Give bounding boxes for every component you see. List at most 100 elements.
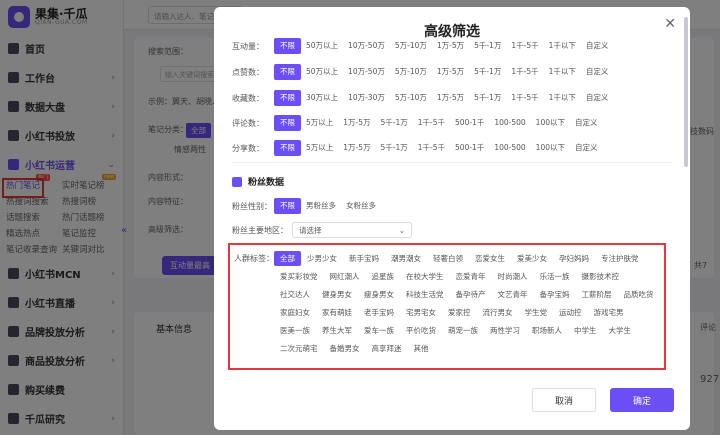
crowd-tag[interactable]: 摄影技术控 <box>576 269 626 284</box>
crowd-tag[interactable]: 工薪阶层 <box>576 287 618 302</box>
crowd-tag[interactable]: 游戏宅男 <box>588 305 630 320</box>
filter-option[interactable]: 5千-1万 <box>469 38 506 54</box>
filter-option[interactable]: 1千-5千 <box>413 115 450 131</box>
crowd-tag[interactable]: 社交达人 <box>274 287 316 302</box>
filter-option[interactable]: 不限 <box>274 115 301 131</box>
filter-option[interactable]: 5万以上 <box>301 115 338 131</box>
filter-option[interactable]: 1千以下 <box>544 90 581 106</box>
gender-option[interactable]: 不限 <box>274 198 301 214</box>
filter-option[interactable]: 1千以下 <box>544 64 581 80</box>
crowd-tag[interactable]: 科技生活党 <box>400 287 450 302</box>
crowd-tag[interactable]: 运动控 <box>553 305 588 320</box>
filter-option[interactable]: 5千-1万 <box>469 90 506 106</box>
crowd-tag[interactable]: 孕妇妈妈 <box>553 251 595 266</box>
crowd-tag[interactable]: 在校大学生 <box>400 269 450 284</box>
filter-option-custom[interactable]: 自定义 <box>581 90 614 106</box>
crowd-tag[interactable]: 养生大军 <box>316 323 358 338</box>
crowd-tag[interactable]: 时尚潮人 <box>492 269 534 284</box>
crowd-tag[interactable]: 恋爱青年 <box>450 269 492 284</box>
filter-option[interactable]: 不限 <box>274 140 301 156</box>
filter-option[interactable]: 10万-50万 <box>343 38 390 54</box>
crowd-tag[interactable]: 备婚男女 <box>324 341 366 356</box>
filter-option[interactable]: 1万-5万 <box>338 140 375 156</box>
filter-option[interactable]: 1千以下 <box>544 38 581 54</box>
filter-option[interactable]: 500-1千 <box>450 140 489 156</box>
crowd-tag[interactable]: 二次元萌宅 <box>274 341 324 356</box>
filter-option-custom[interactable]: 自定义 <box>570 115 603 131</box>
modal-scrollbar[interactable] <box>684 17 688 167</box>
filter-option[interactable]: 5万-10万 <box>390 38 432 54</box>
crowd-tag[interactable]: 爱家控 <box>442 305 477 320</box>
crowd-tag[interactable]: 老手宝妈 <box>358 305 400 320</box>
crowd-tag[interactable]: 爱买彩妆党 <box>274 269 324 284</box>
filter-option[interactable]: 不限 <box>274 64 301 80</box>
filter-option[interactable]: 1万-5万 <box>432 90 469 106</box>
filter-option[interactable]: 5千-1万 <box>376 115 413 131</box>
crowd-tag[interactable]: 恋爱女生 <box>469 251 511 266</box>
crowd-tag[interactable]: 新手宝妈 <box>343 251 385 266</box>
filter-option[interactable]: 1千-5千 <box>506 64 543 80</box>
close-icon[interactable]: ✕ <box>664 16 676 32</box>
filter-option-custom[interactable]: 自定义 <box>570 140 603 156</box>
cancel-button[interactable]: 取消 <box>532 388 596 412</box>
crowd-tag[interactable]: 两性学习 <box>484 323 526 338</box>
crowd-tag[interactable]: 流行男女 <box>477 305 519 320</box>
crowd-tag[interactable]: 少男少女 <box>301 251 343 266</box>
crowd-tag[interactable]: 爱美少女 <box>511 251 553 266</box>
filter-option[interactable]: 5千-1万 <box>469 64 506 80</box>
filter-option[interactable]: 500-1千 <box>450 115 489 131</box>
filter-option[interactable]: 5万以上 <box>301 140 338 156</box>
crowd-tag[interactable]: 全部 <box>274 251 301 266</box>
crowd-tag[interactable]: 文艺青年 <box>492 287 534 302</box>
crowd-tag[interactable]: 萌宠一族 <box>442 323 484 338</box>
filter-option[interactable]: 1千-5千 <box>506 38 543 54</box>
crowd-tag[interactable]: 中学生 <box>568 323 603 338</box>
crowd-tag[interactable]: 品质吃货 <box>618 287 660 302</box>
filter-option[interactable]: 1万-5万 <box>432 64 469 80</box>
filter-option-custom[interactable]: 自定义 <box>581 64 614 80</box>
crowd-tag[interactable]: 网红潮人 <box>324 269 366 284</box>
filter-option[interactable]: 1千-5千 <box>413 140 450 156</box>
filter-option[interactable]: 1万-5万 <box>432 38 469 54</box>
crowd-tag[interactable]: 爱车一族 <box>358 323 400 338</box>
crowd-tag[interactable]: 家庭妇女 <box>274 305 316 320</box>
region-select[interactable]: 请选择 ⌄ <box>292 222 412 238</box>
filter-option-custom[interactable]: 自定义 <box>581 38 614 54</box>
crowd-tag[interactable]: 高享拜迷 <box>366 341 408 356</box>
crowd-tag[interactable]: 平价吃货 <box>400 323 442 338</box>
crowd-tag[interactable]: 学生党 <box>519 305 554 320</box>
filter-option[interactable]: 不限 <box>274 38 301 54</box>
crowd-tag[interactable]: 职场新人 <box>526 323 568 338</box>
crowd-tag[interactable]: 其他 <box>408 341 435 356</box>
filter-option[interactable]: 1万-5万 <box>338 115 375 131</box>
filter-option[interactable]: 5千-1万 <box>376 140 413 156</box>
confirm-button[interactable]: 确定 <box>610 388 674 412</box>
filter-option[interactable]: 10万-50万 <box>343 64 390 80</box>
filter-option[interactable]: 30万以上 <box>301 90 343 106</box>
filter-option[interactable]: 5万-10万 <box>390 64 432 80</box>
filter-option[interactable]: 10万-30万 <box>343 90 390 106</box>
filter-option[interactable]: 100以下 <box>531 115 570 131</box>
crowd-tag[interactable]: 瘦身男女 <box>358 287 400 302</box>
crowd-tag[interactable]: 备孕待产 <box>450 287 492 302</box>
gender-option[interactable]: 女粉丝多 <box>341 198 381 214</box>
crowd-tag[interactable]: 家有萌娃 <box>316 305 358 320</box>
crowd-tag[interactable]: 专注护肤党 <box>595 251 645 266</box>
gender-option[interactable]: 男粉丝多 <box>301 198 341 214</box>
filter-option[interactable]: 100-500 <box>489 115 530 131</box>
crowd-tag[interactable]: 乐活一族 <box>534 269 576 284</box>
filter-option[interactable]: 50万以上 <box>301 38 343 54</box>
crowd-tag[interactable]: 医美一族 <box>274 323 316 338</box>
crowd-tag[interactable]: 轻奢白领 <box>427 251 469 266</box>
filter-option[interactable]: 100以下 <box>531 140 570 156</box>
filter-option[interactable]: 100-500 <box>489 140 530 156</box>
crowd-tag[interactable]: 健身男女 <box>316 287 358 302</box>
filter-option[interactable]: 不限 <box>274 90 301 106</box>
filter-option[interactable]: 50万以上 <box>301 64 343 80</box>
crowd-tag[interactable]: 追星族 <box>366 269 401 284</box>
filter-option[interactable]: 1千-5千 <box>506 90 543 106</box>
crowd-tag[interactable]: 宅男宅女 <box>400 305 442 320</box>
crowd-tag[interactable]: 潮男潮女 <box>385 251 427 266</box>
crowd-tag[interactable]: 大学生 <box>603 323 638 338</box>
filter-option[interactable]: 5万-10万 <box>390 90 432 106</box>
